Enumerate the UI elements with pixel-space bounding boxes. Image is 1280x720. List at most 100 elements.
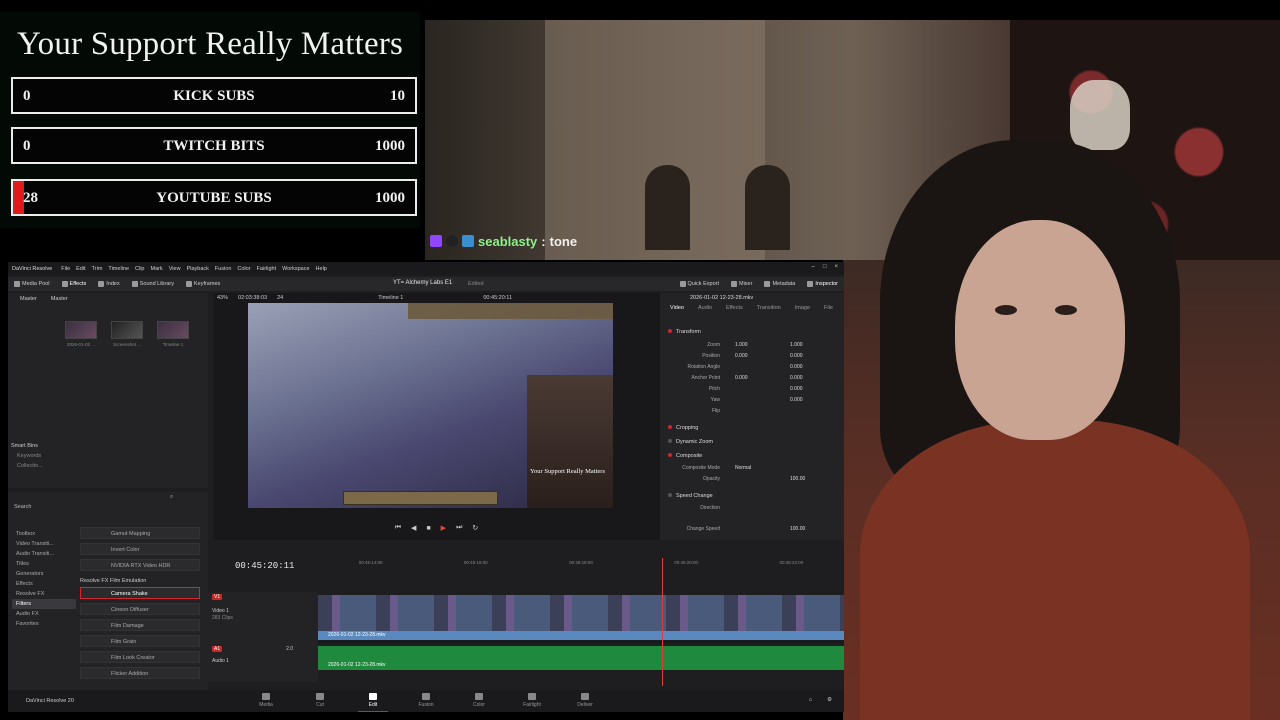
dynamic-zoom-section[interactable]: Dynamic Zoom [668, 439, 840, 445]
fx-item[interactable]: Invert Color [80, 543, 200, 555]
tab-transition[interactable]: Transition [757, 305, 781, 311]
menu-help[interactable]: Help [313, 266, 330, 272]
fx-tree-item[interactable]: Video Transiti... [12, 539, 76, 549]
audio-track-tag[interactable]: A1 [212, 646, 223, 652]
direction-row[interactable]: Direction [670, 505, 840, 515]
fx-item[interactable]: Film Damage [80, 619, 200, 631]
page-fusion[interactable]: Fusion [406, 693, 446, 708]
menu-timeline[interactable]: Timeline [105, 266, 132, 272]
video-track[interactable]: 2026-01-02 12-23-28.mkv [318, 595, 844, 643]
row-y[interactable]: 0.000 [790, 397, 803, 403]
inspector-button[interactable]: Inspector [801, 281, 844, 287]
menu-view[interactable]: View [166, 266, 184, 272]
fx-tree-item[interactable]: Audio FX [12, 609, 76, 619]
opacity-value[interactable]: 100.00 [790, 476, 805, 482]
page-edit[interactable]: Edit [353, 693, 393, 712]
menu-clip[interactable]: Clip [132, 266, 147, 272]
video-track-header[interactable]: V1 [212, 594, 226, 600]
opacity-row[interactable]: Opacity 100.00 [670, 476, 840, 486]
pitch-row[interactable]: Pitch 0.000 [670, 386, 840, 396]
effects-button[interactable]: Effects [56, 281, 93, 287]
fx-item-selected[interactable]: Camera Shake [80, 587, 200, 599]
video-clip-thumbnails[interactable] [318, 595, 844, 631]
enable-icon[interactable] [668, 425, 672, 429]
reverse-icon[interactable]: ◀ [411, 524, 416, 532]
home-icon[interactable]: ⌂ [809, 697, 812, 703]
media-clip-thumbnail[interactable] [157, 321, 189, 339]
zoom-row[interactable]: Zoom 1.000 1.000 [670, 342, 840, 352]
mixer-button[interactable]: Mixer [725, 281, 758, 287]
position-row[interactable]: Position 0.000 0.000 [670, 353, 840, 363]
menu-edit[interactable]: Edit [73, 266, 88, 272]
fx-tree-item[interactable]: Resolve FX [12, 589, 76, 599]
row-y[interactable]: 0.000 [790, 386, 803, 392]
fx-tree-item[interactable]: Effects [12, 579, 76, 589]
viewer-zoom[interactable]: 43% [217, 295, 228, 301]
bin-tab[interactable]: Master [20, 296, 37, 302]
fx-item[interactable]: Flicker Addition [80, 667, 200, 679]
video-preview[interactable]: Your Support Really Matters [248, 303, 613, 508]
search-icon[interactable]: ⌕ [170, 494, 173, 501]
yaw-row[interactable]: Yaw 0.000 [670, 397, 840, 407]
composite-mode-row[interactable]: Composite Mode Normal [670, 465, 840, 475]
page-media[interactable]: Media [246, 693, 286, 708]
timeline-name[interactable]: Timeline 1 [378, 295, 403, 301]
row-x[interactable]: 1.000 [735, 342, 748, 348]
change-speed-value[interactable]: 100.00 [790, 526, 805, 532]
menu-playback[interactable]: Playback [184, 266, 212, 272]
timeline-ruler[interactable]: 00:45:14:00 00:45:16:00 00:45:18:00 00:4… [318, 560, 844, 570]
transform-section[interactable]: Transform [668, 329, 840, 335]
effects-search-input[interactable]: Search [14, 504, 31, 510]
fx-item[interactable]: Film Look Creator [80, 651, 200, 663]
media-pool-button[interactable]: Media Pool [8, 281, 56, 287]
close-icon[interactable]: × [834, 264, 838, 270]
row-x[interactable]: 0.000 [735, 375, 748, 381]
row-y[interactable]: 0.000 [790, 364, 803, 370]
enable-icon[interactable] [668, 493, 672, 497]
minimize-icon[interactable]: – [812, 264, 815, 270]
index-button[interactable]: Index [92, 281, 125, 287]
composite-mode-select[interactable]: Normal [735, 465, 751, 471]
fx-item[interactable]: Film Grain [80, 635, 200, 647]
menu-trim[interactable]: Trim [89, 266, 106, 272]
audio-track-header[interactable]: A1 2.0 [212, 646, 293, 652]
stop-icon[interactable]: ■ [426, 525, 430, 532]
enable-icon[interactable] [668, 329, 672, 333]
video-track-tag[interactable]: V1 [212, 594, 223, 600]
smart-bin-item[interactable]: Keywords [11, 451, 43, 461]
enable-icon[interactable] [668, 453, 672, 457]
audio-track[interactable]: 2026-01-02 12-23-28.mkv [318, 646, 844, 670]
menu-fairlight[interactable]: Fairlight [254, 266, 280, 272]
media-clip-thumbnail[interactable] [111, 321, 143, 339]
cropping-section[interactable]: Cropping [668, 425, 840, 431]
composite-section[interactable]: Composite [668, 453, 840, 459]
smart-bin-item[interactable]: Collectio... [11, 461, 43, 471]
gear-icon[interactable]: ⚙ [827, 697, 832, 703]
last-frame-icon[interactable]: ⏭ [456, 524, 462, 532]
fx-tree-item[interactable]: Generators [12, 569, 76, 579]
page-cut[interactable]: Cut [300, 693, 340, 708]
menu-file[interactable]: File [58, 266, 73, 272]
row-x[interactable]: 0.000 [735, 353, 748, 359]
anchor-row[interactable]: Anchor Point 0.000 0.000 [670, 375, 840, 385]
bin-tab[interactable]: Master [51, 296, 68, 302]
menu-fusion[interactable]: Fusion [212, 266, 235, 272]
page-color[interactable]: Color [459, 693, 499, 708]
tab-image[interactable]: Image [795, 305, 810, 311]
playhead[interactable] [662, 558, 663, 686]
maximize-icon[interactable]: □ [823, 264, 827, 270]
fx-item[interactable]: Cineon Diffuser [80, 603, 200, 615]
page-fairlight[interactable]: Fairlight [512, 693, 552, 708]
rotation-row[interactable]: Rotation Angle 0.000 [670, 364, 840, 374]
quick-export-button[interactable]: Quick Export [674, 281, 725, 287]
page-deliver[interactable]: Deliver [565, 693, 605, 708]
row-y[interactable]: 0.000 [790, 375, 803, 381]
tab-audio[interactable]: Audio [698, 305, 712, 311]
play-icon[interactable]: ▶ [441, 524, 446, 532]
fx-tree-item[interactable]: Toolbox [12, 529, 76, 539]
first-frame-icon[interactable]: ⏮ [395, 524, 401, 532]
fx-tree-item[interactable]: Favorites [12, 619, 76, 629]
menu-mark[interactable]: Mark [148, 266, 166, 272]
tab-effects[interactable]: Effects [726, 305, 743, 311]
enable-icon[interactable] [668, 439, 672, 443]
